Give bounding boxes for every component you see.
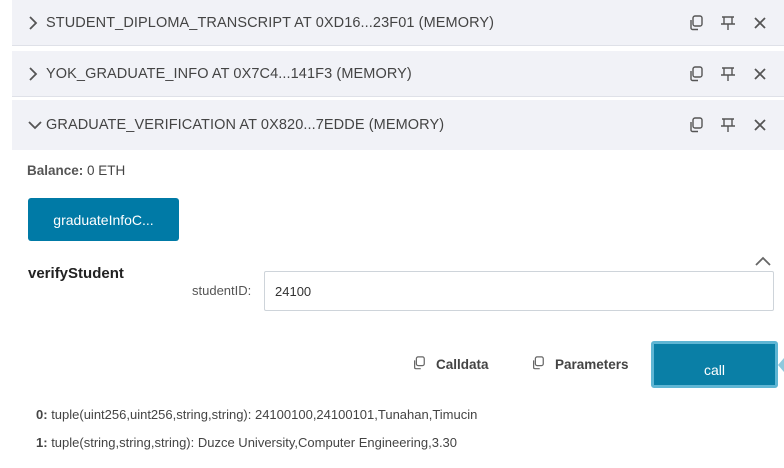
- contract-title[interactable]: GRADUATE_VERIFICATION AT 0X820...7EDDE (…: [46, 117, 680, 133]
- output-line: 0: tuple(uint256,uint256,string,string):…: [36, 407, 477, 422]
- function-name: verifyStudent: [28, 265, 124, 282]
- balance-display: Balance: 0 ETH: [27, 163, 125, 178]
- parameters-copy-button[interactable]: Parameters: [531, 356, 629, 373]
- student-id-input[interactable]: [264, 271, 774, 311]
- chevron-down-icon[interactable]: [12, 120, 46, 130]
- chevron-up-icon[interactable]: [755, 253, 771, 271]
- balance-label: Balance:: [27, 163, 84, 178]
- close-icon[interactable]: [744, 60, 776, 88]
- copy-icon: [531, 356, 545, 373]
- output-text: tuple(uint256,uint256,string,string): 24…: [51, 407, 478, 422]
- contract-row-yok-graduate[interactable]: YOK_GRADUATE_INFO AT 0X7C4...141F3 (MEMO…: [12, 51, 784, 97]
- close-icon[interactable]: [744, 111, 776, 139]
- contract-title[interactable]: STUDENT_DIPLOMA_TRANSCRIPT AT 0XD16...23…: [46, 15, 680, 31]
- contract-row-student-diploma[interactable]: STUDENT_DIPLOMA_TRANSCRIPT AT 0XD16...23…: [12, 0, 784, 46]
- call-button[interactable]: call: [651, 341, 778, 388]
- close-icon[interactable]: [744, 9, 776, 37]
- graduate-info-button[interactable]: graduateInfoC...: [28, 198, 179, 241]
- calldata-label: Calldata: [436, 357, 489, 372]
- copy-icon[interactable]: [680, 9, 712, 37]
- copy-icon: [412, 356, 426, 373]
- student-id-label: studentID:: [192, 283, 252, 298]
- balance-value: 0 ETH: [87, 163, 126, 178]
- contract-row-graduate-verification[interactable]: GRADUATE_VERIFICATION AT 0X820...7EDDE (…: [12, 100, 784, 150]
- calldata-copy-button[interactable]: Calldata: [412, 356, 489, 373]
- output-index: 1:: [36, 435, 48, 450]
- output-line: 1: tuple(string,string,string): Duzce Un…: [36, 435, 457, 450]
- chevron-right-icon[interactable]: [12, 66, 46, 81]
- output-text: tuple(string,string,string): Duzce Unive…: [51, 435, 458, 450]
- copy-icon[interactable]: [680, 60, 712, 88]
- pin-icon[interactable]: [712, 9, 744, 37]
- tooltip-pointer: [778, 358, 784, 372]
- pin-icon[interactable]: [712, 111, 744, 139]
- output-index: 0:: [36, 407, 48, 422]
- pin-icon[interactable]: [712, 60, 744, 88]
- parameters-label: Parameters: [555, 357, 629, 372]
- contract-title[interactable]: YOK_GRADUATE_INFO AT 0X7C4...141F3 (MEMO…: [46, 66, 680, 82]
- chevron-right-icon[interactable]: [12, 15, 46, 30]
- copy-icon[interactable]: [680, 111, 712, 139]
